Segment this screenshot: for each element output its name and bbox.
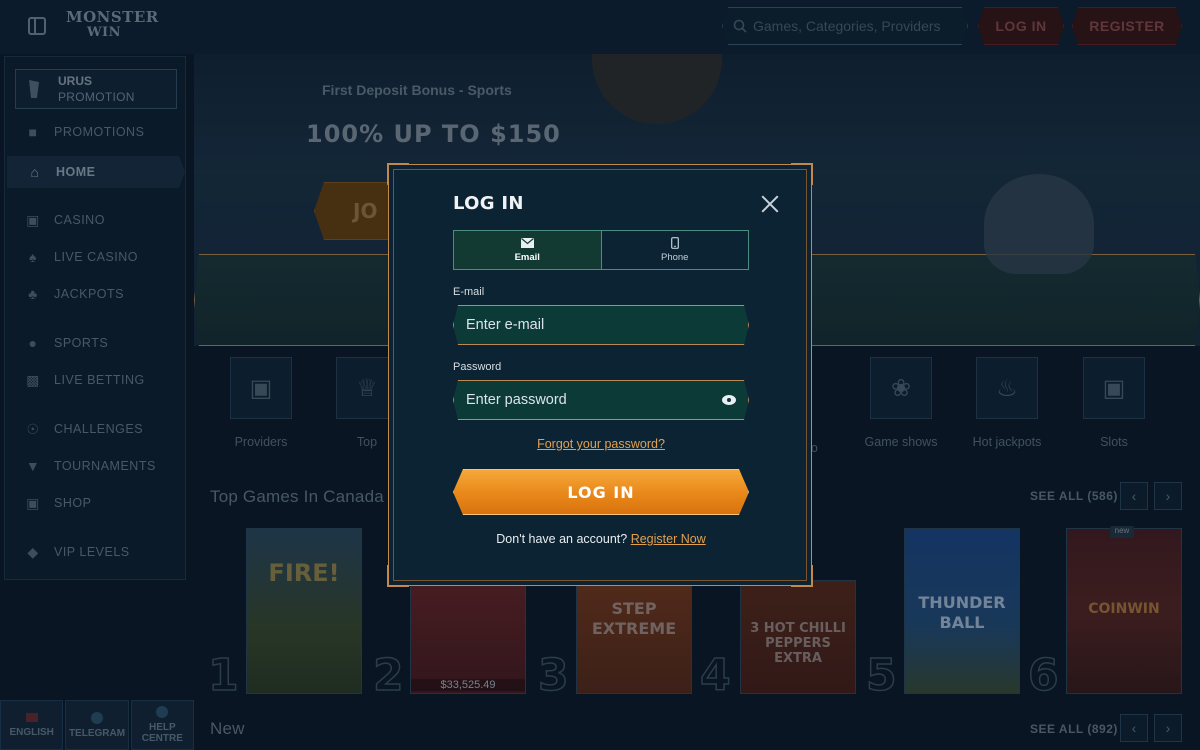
login-submit-button[interactable]: LOG IN (453, 469, 749, 515)
password-label: Password (453, 361, 502, 373)
show-password-icon[interactable] (722, 395, 736, 405)
tab-phone[interactable]: Phone (600, 231, 749, 269)
tab-email[interactable]: Email (454, 231, 601, 269)
tab-label: Email (514, 252, 540, 263)
corner-ornament (791, 163, 813, 185)
modal-title: LOG IN (453, 193, 524, 214)
phone-icon (670, 237, 679, 249)
close-icon[interactable] (759, 193, 781, 215)
email-label: E-mail (453, 286, 485, 298)
no-account-text: Don't have an account? (496, 532, 628, 546)
corner-ornament (791, 565, 813, 587)
tab-label: Phone (661, 252, 689, 263)
register-prompt: Don't have an account? Register Now (389, 532, 813, 546)
envelope-icon (520, 237, 534, 249)
register-now-link[interactable]: Register Now (631, 532, 706, 546)
password-field-wrapper (453, 380, 749, 420)
login-method-tabs: Email Phone (453, 230, 749, 270)
corner-ornament (387, 565, 409, 587)
email-field-wrapper (453, 305, 749, 345)
corner-ornament (387, 163, 409, 185)
password-field[interactable] (466, 392, 706, 408)
login-modal: LOG IN Email Phone E-mail Password Forgo… (387, 163, 813, 587)
forgot-password-link[interactable]: Forgot your password? (389, 437, 813, 451)
email-field[interactable] (466, 317, 706, 333)
